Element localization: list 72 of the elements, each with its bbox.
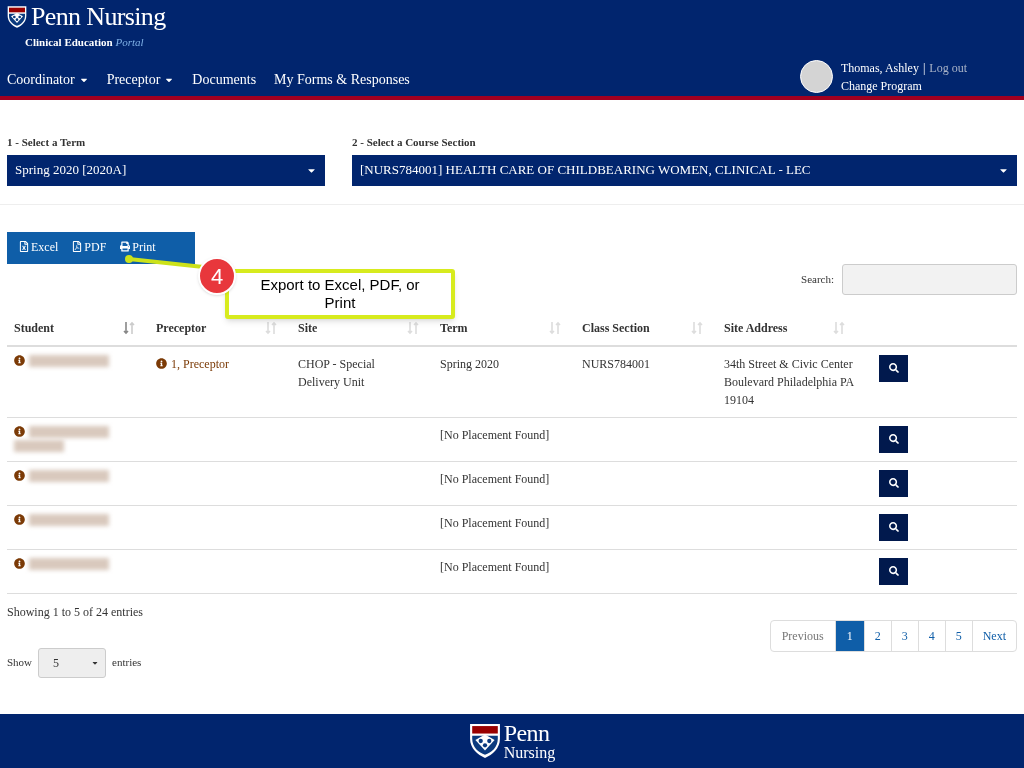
page-button[interactable]: 2 [863,620,891,651]
page-button[interactable]: Previous [770,620,835,651]
filter-label: 2 - Select a Course Section [352,135,477,150]
preceptor-link[interactable]: 1, Preceptor [171,354,229,373]
callout-box: Export to Excel, PDF, or Print [225,269,455,319]
footer-brand: Nursing [503,745,556,761]
search-button[interactable] [879,513,908,541]
separator: | [922,59,926,77]
entries-info: Showing 1 to 5 of 24 entries [7,603,143,621]
table-cell: CHOP - Special Delivery Unit [298,356,375,389]
pdf-file-icon [72,241,83,252]
brand-name: Penn Nursing [31,4,166,30]
nav-link[interactable]: My Forms & Responses [274,69,410,90]
search-button[interactable] [879,557,908,585]
table-cell: [No Placement Found] [440,427,550,442]
page-size-select[interactable]: 5 [38,647,107,678]
select-field[interactable]: Spring 2020 [2020A] [7,154,325,186]
change-program-link[interactable]: Change Program [840,76,967,95]
column-header[interactable]: Site [298,318,318,337]
printer-icon [120,241,131,252]
table-cell: NURS784001 [582,356,650,371]
column-header[interactable]: Term [440,318,468,337]
nav-link[interactable]: Documents [192,69,257,90]
page-button[interactable]: 5 [944,620,972,651]
table-cell: [No Placement Found] [440,515,550,530]
info-icon[interactable] [156,358,167,369]
nav-link[interactable]: Preceptor [106,69,175,90]
page-button[interactable]: Next [971,620,1016,651]
search-icon [888,522,899,532]
export-button[interactable]: Excel [19,239,59,254]
entries-label: entries [112,655,142,671]
table-cell: [No Placement Found] [440,559,550,574]
search-button[interactable] [879,425,908,453]
info-icon[interactable] [14,426,25,437]
info-icon[interactable] [14,558,25,569]
page-button[interactable]: 1 [834,620,864,651]
filter-label: 1 - Select a Term [7,135,87,150]
info-icon[interactable] [14,470,25,481]
table-cell: 34th Street & Civic Center Boulevard Philadelphia PA 19104 [724,356,854,407]
logout-link[interactable]: Log out [929,58,967,77]
column-header[interactable]: Student [14,318,54,337]
user-name: Thomas, Ashley [840,59,919,77]
page-button[interactable]: 4 [917,620,945,651]
column-header[interactable]: Class Section [582,318,650,337]
export-button[interactable]: Print [120,239,156,254]
step-badge: 4 [198,257,236,295]
shield-logo-icon [7,5,27,29]
footer-brand: Penn [503,721,551,745]
column-header[interactable]: Preceptor [156,318,207,337]
avatar [799,60,833,93]
page-button[interactable]: 3 [890,620,918,651]
show-label: Show [7,655,33,671]
info-icon[interactable] [14,514,25,525]
table-cell: [No Placement Found] [440,471,550,486]
info-icon[interactable] [14,355,25,366]
spreadsheet-icon [19,241,29,252]
search-button[interactable] [879,469,908,497]
search-icon [888,434,899,444]
nav-link[interactable]: Coordinator [7,69,89,90]
search-icon [888,566,899,576]
search-icon [888,363,899,373]
sort-icon[interactable] [123,320,135,335]
portal-subtitle: Clinical Education Portal [25,36,144,48]
search-label: Search: [801,271,834,287]
export-button[interactable]: PDF [72,239,107,254]
shield-logo-icon [468,722,501,760]
search-button[interactable] [879,354,908,382]
search-field[interactable] [842,263,1017,295]
column-header[interactable]: Site Address [724,318,788,337]
select-field[interactable]: [NURS784001] HEALTH CARE OF CHILDBEARING WOMEN, CLINICAL - LEC [352,154,1017,186]
table-cell: Spring 2020 [440,356,499,371]
search-icon [888,478,899,488]
